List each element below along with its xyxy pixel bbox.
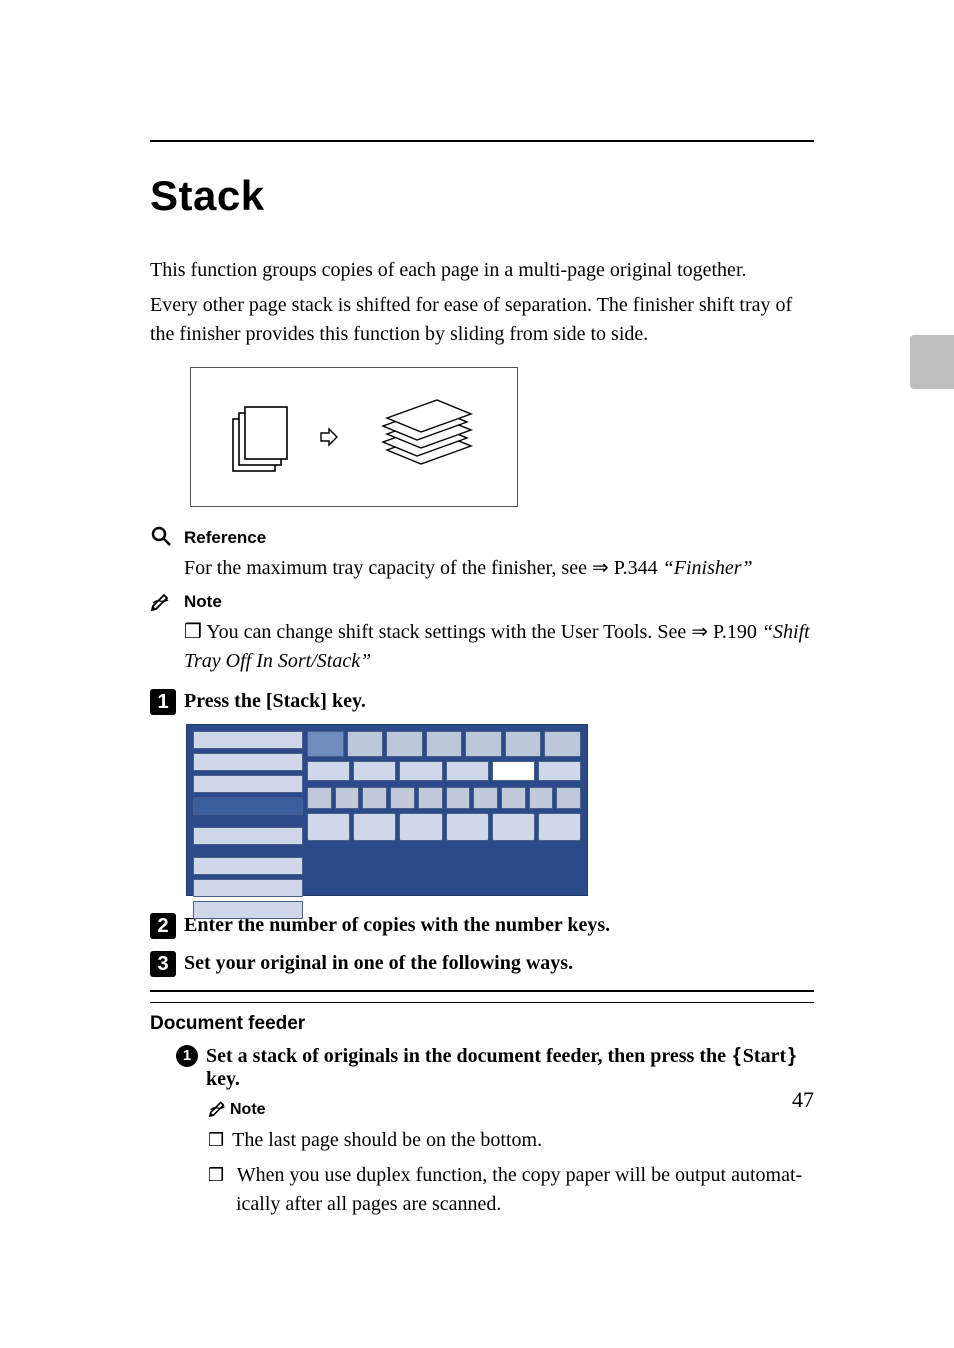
control-chip	[556, 787, 581, 809]
sub-note-item: When you use duplex function, the copy p…	[208, 1161, 814, 1219]
paper-size-chip	[307, 731, 344, 757]
control-chip	[501, 787, 526, 809]
step-1: 1 Press the [Stack] key.	[150, 688, 814, 714]
illustration-stack	[190, 367, 518, 507]
reference-heading: Reference	[184, 525, 266, 548]
mini-button	[193, 901, 303, 919]
page-number: 47	[792, 1087, 814, 1113]
bottom-button	[307, 813, 350, 841]
step-number-1: 1	[150, 689, 176, 715]
copier-panel-screenshot	[186, 724, 588, 896]
sub-note-heading: Note	[230, 1101, 266, 1119]
scale-chip	[446, 761, 489, 781]
mini-button	[193, 857, 303, 875]
page-title: Stack	[150, 172, 814, 220]
step-3: 3 Set your original in one of the follow…	[150, 950, 814, 976]
control-chip	[307, 787, 332, 809]
paper-size-chip	[465, 731, 502, 757]
paper-size-chip	[426, 731, 463, 757]
bottom-button	[492, 813, 535, 841]
shifted-stack-icon	[363, 392, 483, 482]
paper-size-chip	[544, 731, 581, 757]
scale-chip	[538, 761, 581, 781]
scale-chip	[492, 761, 535, 781]
sub-note-item: The last page should be on the bottom.	[208, 1126, 814, 1155]
control-chip	[362, 787, 387, 809]
bottom-button	[353, 813, 396, 841]
note-text: ❒ You can change shift stack settings wi…	[184, 618, 814, 676]
mini-button	[193, 775, 303, 793]
arrow-right-icon	[319, 427, 339, 447]
control-chip	[446, 787, 471, 809]
mini-button	[193, 879, 303, 897]
control-chip	[418, 787, 443, 809]
sub-note-list: The last page should be on the bottom. W…	[208, 1126, 814, 1219]
magnifier-icon	[150, 525, 184, 552]
side-thumb-tab	[910, 335, 954, 389]
bottom-button	[538, 813, 581, 841]
mini-button	[193, 731, 303, 749]
pencil-note-icon	[208, 1097, 230, 1122]
paper-size-chip	[386, 731, 423, 757]
control-chip	[390, 787, 415, 809]
mini-button	[193, 753, 303, 771]
reference-text: For the maximum tray capacity of the fin…	[184, 554, 814, 583]
note-heading: Note	[184, 589, 222, 612]
control-chip	[529, 787, 554, 809]
bottom-button	[446, 813, 489, 841]
sub-bullet-1: 1	[176, 1045, 198, 1067]
scale-chip	[353, 761, 396, 781]
step-number-2: 2	[150, 913, 176, 939]
step-number-3: 3	[150, 951, 176, 977]
mini-button	[193, 797, 303, 815]
pencil-note-icon	[150, 589, 184, 616]
sub-step-1: 1 Set a stack of originals in the docume…	[176, 1045, 814, 1091]
bottom-button	[399, 813, 442, 841]
scale-chip	[307, 761, 350, 781]
paper-size-chip	[505, 731, 542, 757]
scale-chip	[399, 761, 442, 781]
mini-button	[193, 827, 303, 845]
control-chip	[473, 787, 498, 809]
page-top-rule	[150, 140, 814, 142]
pages-pile-icon	[225, 397, 295, 477]
intro-paragraph-2: Every other page stack is shifted for ea…	[150, 291, 814, 349]
section-title: Document feeder	[150, 1013, 814, 1035]
control-chip	[335, 787, 360, 809]
section-divider: Document feeder	[150, 990, 814, 1035]
paper-size-chip	[347, 731, 384, 757]
intro-paragraph-1: This function groups copies of each page…	[150, 256, 814, 285]
